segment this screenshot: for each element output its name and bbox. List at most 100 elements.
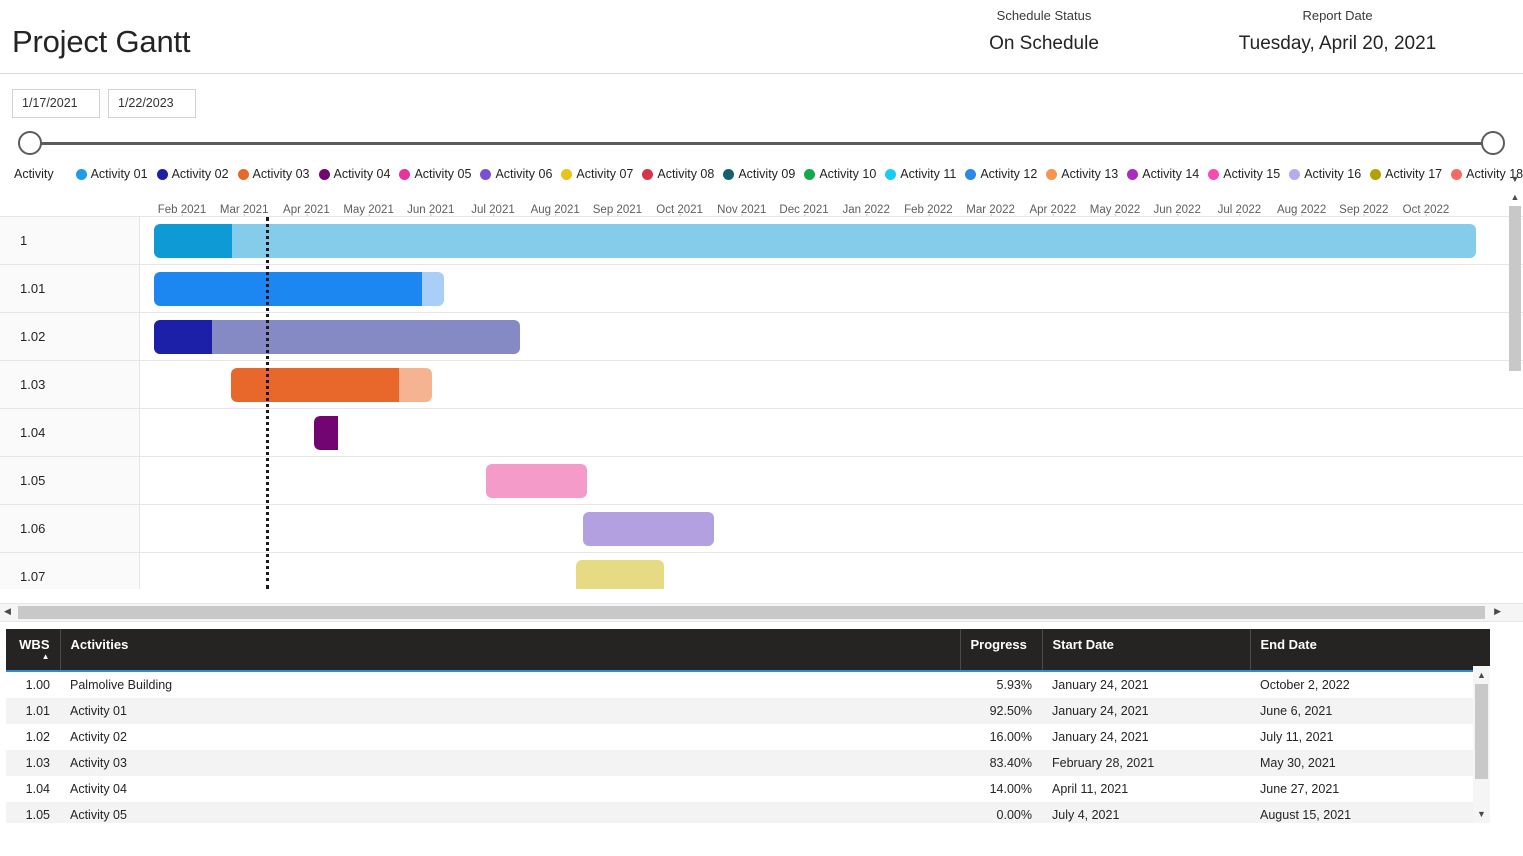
table-row[interactable]: 1.00 Palmolive Building 5.93% January 24, 2… (6, 671, 1490, 698)
column-header-wbs[interactable]: WBS ▲ (6, 629, 61, 672)
table-vscroll-thumb[interactable] (1475, 684, 1488, 779)
gantt-row-wbs-label: 1.03 (0, 361, 140, 408)
page-header: Project Gantt Schedule Status On Schedul… (0, 0, 1523, 74)
legend-item-activity-02[interactable]: Activity 02 (156, 167, 229, 181)
gantt-bar[interactable] (153, 319, 521, 354)
legend-item-activity-06[interactable]: Activity 06 (480, 167, 552, 181)
legend-color-dot-icon (399, 168, 411, 180)
cell-start-date: January 24, 2021 (1052, 704, 1149, 718)
gantt-bar[interactable] (314, 415, 487, 450)
legend-item-activity-10[interactable]: Activity 10 (804, 167, 876, 181)
slider-handle-right-icon[interactable] (1481, 131, 1505, 155)
cell-progress: 92.50% (989, 704, 1032, 718)
gantt-bar[interactable] (231, 367, 432, 402)
gantt-bar[interactable] (153, 271, 445, 306)
axis-tick-label: Apr 2021 (283, 204, 330, 216)
cell-wbs: 1.02 (25, 730, 50, 744)
column-header-end-date[interactable]: End Date (1250, 629, 1490, 672)
legend-color-dot-icon (561, 168, 573, 180)
table-row[interactable]: 1.04 Activity 04 14.00% April 11, 2021 June … (6, 776, 1490, 802)
column-header-start-date[interactable]: Start Date (1042, 629, 1251, 672)
gantt-bar[interactable] (153, 223, 1476, 258)
sort-ascending-icon: ▲ (41, 652, 50, 661)
legend-item-activity-11[interactable]: Activity 11 (885, 167, 956, 181)
cell-progress: 16.00% (989, 730, 1032, 744)
column-header-progress[interactable]: Progress (960, 629, 1043, 672)
legend-item-activity-12[interactable]: Activity 12 (965, 167, 1037, 181)
legend-item-label: Activity 12 (980, 167, 1038, 181)
axis-tick-label: Aug 2021 (530, 204, 580, 216)
legend-item-activity-09[interactable]: Activity 09 (723, 167, 795, 181)
legend-item-activity-17[interactable]: Activity 17 (1370, 167, 1442, 181)
cell-wbs: 1.05 (25, 808, 50, 822)
cell-end-date: June 27, 2021 (1260, 782, 1340, 796)
cell-progress: 14.00% (989, 782, 1032, 796)
legend-item-activity-08[interactable]: Activity 08 (642, 167, 714, 181)
legend-item-label: Activity 01 (90, 167, 148, 181)
table-row[interactable]: 1.03 Activity 03 83.40% February 28, 2021 Ma… (6, 750, 1490, 776)
cell-activity: Activity 02 (70, 730, 127, 744)
legend-item-activity-07[interactable]: Activity 07 (561, 167, 633, 181)
date-range-slicer[interactable]: 1/17/2021 1/22/2023 (0, 74, 1523, 160)
legend-item-activity-03[interactable]: Activity 03 (237, 167, 310, 181)
cell-wbs: 1.03 (25, 756, 50, 770)
scroll-down-icon[interactable]: ▼ (1507, 172, 1523, 186)
cell-progress: 5.93% (996, 678, 1032, 692)
gantt-horizontal-scrollbar[interactable]: ◀ ▶ (0, 603, 1523, 622)
end-date-input[interactable]: 1/22/2023 (108, 89, 196, 118)
legend-items: Activity 01 Activity 02 Activity 03 Activit… (75, 167, 1523, 181)
gantt-bar[interactable] (575, 559, 665, 589)
legend-item-activity-15[interactable]: Activity 15 (1208, 167, 1280, 181)
slider-handle-left-icon[interactable] (18, 131, 42, 155)
slider-track[interactable] (32, 142, 1491, 145)
scroll-up-icon[interactable]: ▲ (1507, 190, 1523, 204)
legend-title: Activity (14, 167, 54, 181)
gantt-row: 1.03 (0, 361, 1523, 409)
date-range-slider[interactable] (18, 128, 1505, 158)
table-scroll-down-icon[interactable]: ▼ (1473, 807, 1490, 821)
cell-end-date: August 15, 2021 (1260, 808, 1352, 822)
gantt-timeline-axis: Feb 2021 Mar 2021 Apr 2021 May 2021 Jun 2021… (140, 188, 1501, 216)
scroll-right-icon[interactable]: ▶ (1494, 606, 1501, 617)
legend-item-activity-14[interactable]: Activity 14 (1127, 167, 1199, 181)
axis-tick-label: Jul 2021 (471, 204, 515, 216)
gantt-vscroll-thumb[interactable] (1509, 206, 1521, 371)
cell-progress: 83.40% (989, 756, 1032, 770)
date-range-inputs: 1/17/2021 1/22/2023 (12, 89, 196, 118)
legend-item-activity-16[interactable]: Activity 16 (1289, 167, 1361, 181)
report-date-value: Tuesday, April 20, 2021 (1238, 33, 1437, 54)
today-marker-line (266, 217, 269, 589)
table-row[interactable]: 1.02 Activity 02 16.00% January 24, 2021 Jul… (6, 724, 1490, 750)
cell-start-date: February 28, 2021 (1052, 756, 1155, 770)
legend-item-label: Activity 04 (333, 167, 391, 181)
legend-color-dot-icon (885, 168, 897, 180)
axis-tick-label: Nov 2021 (717, 204, 767, 216)
axis-tick-label: Jul 2022 (1217, 204, 1262, 216)
legend-item-activity-01[interactable]: Activity 01 (75, 167, 148, 181)
axis-tick-label: Apr 2022 (1029, 204, 1077, 216)
table-vertical-scrollbar[interactable]: ▲ ▼ (1473, 666, 1490, 823)
axis-tick-label: Mar 2021 (219, 204, 269, 216)
gantt-row-wbs-label: 1.04 (0, 409, 140, 456)
gantt-bar[interactable] (582, 511, 714, 546)
gantt-row: 1.07 (0, 553, 1523, 589)
legend-item-activity-04[interactable]: Activity 04 (318, 167, 391, 181)
axis-tick-label: Dec 2021 (779, 204, 829, 216)
table-row[interactable]: 1.05 Activity 05 0.00% July 4, 2021 August 1… (6, 802, 1490, 823)
legend-item-activity-05[interactable]: Activity 05 (399, 167, 471, 181)
column-header-activities[interactable]: Activities (60, 629, 961, 672)
gantt-bar[interactable] (485, 463, 587, 498)
legend-color-dot-icon (642, 168, 654, 180)
legend-color-dot-icon (156, 168, 168, 180)
table-scroll-up-icon[interactable]: ▲ (1473, 668, 1490, 682)
table-header: WBS ▲ Activities Progress Start Date End… (6, 629, 1490, 672)
gantt-hscroll-thumb[interactable] (18, 606, 1485, 619)
legend-item-activity-13[interactable]: Activity 13 (1046, 167, 1118, 181)
legend-item-label: Activity 10 (819, 167, 877, 181)
scroll-left-icon[interactable]: ◀ (4, 606, 11, 617)
start-date-input[interactable]: 1/17/2021 (12, 89, 100, 118)
table-row[interactable]: 1.01 Activity 01 92.50% January 24, 2021 Jun… (6, 698, 1490, 724)
gantt-row: 1 (0, 217, 1523, 265)
cell-end-date: May 30, 2021 (1260, 756, 1336, 770)
legend-color-dot-icon (1046, 168, 1058, 180)
